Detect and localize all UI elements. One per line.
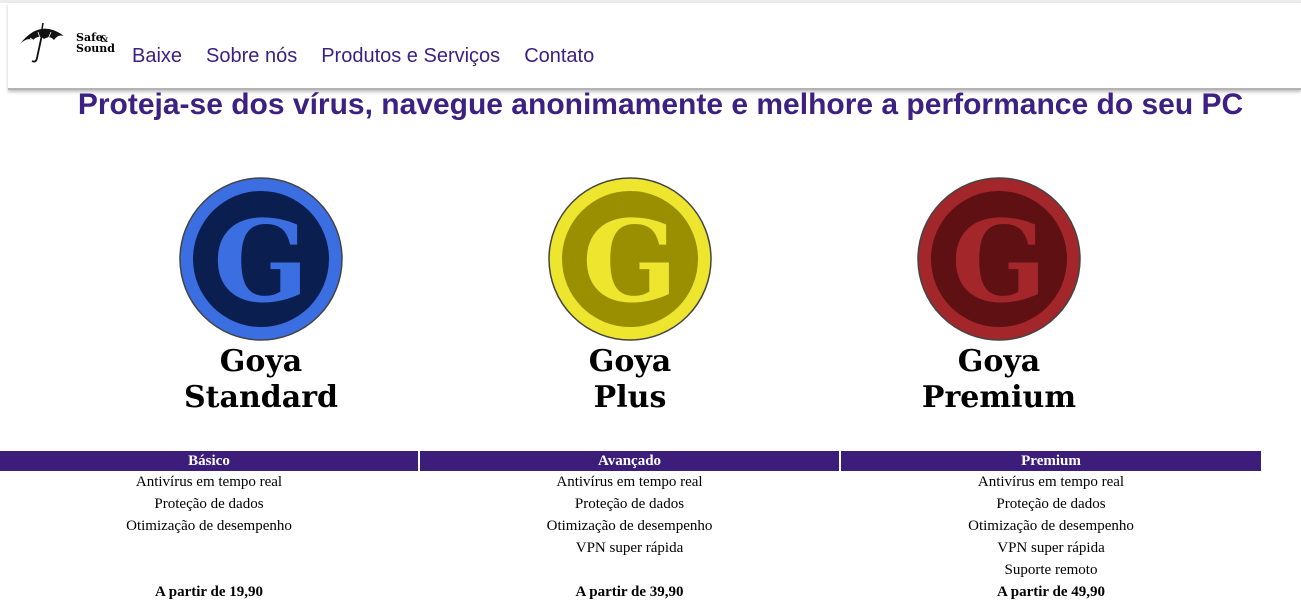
product-name-line2: Plus [593,380,667,415]
plan-feature: VPN super rápida [997,540,1105,556]
plan-feature: Proteção de dados [574,496,685,512]
plan-feature: Otimização de desempenho [546,518,713,534]
plan-price: A partir de 39,90 [575,584,684,600]
plan-feature: Otimização de desempenho [968,518,1134,534]
nav-link-produtos-servicos[interactable]: Produtos e Serviços [321,44,500,68]
product-goya-plus[interactable]: G Goya Plus [480,176,780,416]
hero-title: Proteja-se dos vírus, navegue anonimamen… [77,88,1244,121]
plan-column-avancado: Avançado Antivírus em tempo real Proteçã… [420,451,839,602]
goya-plus-logo-icon: G [548,177,712,341]
product-name-line1: Goya [957,344,1041,379]
plan-feature: VPN super rápida [575,540,684,556]
plan-price: A partir de 19,90 [154,584,264,600]
product-goya-premium[interactable]: G Goya Premium [849,176,1149,416]
product-goya-standard[interactable]: G Goya Standard [111,176,411,416]
product-name: Goya Premium [849,344,1149,416]
plan-feature: Proteção de dados [154,496,264,512]
brand-name-line2: Sound [76,42,115,55]
nav-link-contato[interactable]: Contato [524,44,594,68]
pricing-table: Básico Antivírus em tempo real Proteção … [0,451,1261,602]
plan-header: Básico [0,451,418,471]
plan-column-premium: Premium Antivírus em tempo real Proteção… [841,451,1261,602]
plan-feature: Antivírus em tempo real [135,474,283,490]
plan-feature: Antivírus em tempo real [977,474,1125,490]
svg-text:G: G [951,197,1047,328]
plan-header: Premium [841,451,1261,471]
goya-standard-logo-icon: G [179,177,343,341]
umbrella-icon [20,22,64,63]
plan-header: Avançado [420,451,839,471]
plan-feature: Suporte remoto [1004,562,1098,578]
product-name: Goya Standard [111,344,411,416]
product-name-line1: Goya [219,344,303,379]
nav-link-sobre-nos[interactable]: Sobre nós [206,44,297,68]
plan-feature: Otimização de desempenho [126,518,292,534]
product-name-line1: Goya [588,344,672,379]
brand-logo[interactable]: Safe & Sound [18,20,115,68]
svg-text:G: G [213,197,309,328]
nav-link-baixe[interactable]: Baixe [132,44,182,68]
product-name: Goya Plus [480,344,780,416]
plan-column-basico: Básico Antivírus em tempo real Proteção … [0,451,418,602]
main-nav: Baixe Sobre nós Produtos e Serviços Cont… [132,44,594,68]
site-header: Safe & Sound Baixe Sobre nós Produtos e … [8,3,1301,90]
product-name-line2: Premium [921,380,1077,415]
plan-price: A partir de 49,90 [996,584,1106,600]
plan-feature: Proteção de dados [996,496,1106,512]
product-name-line2: Standard [184,380,338,415]
goya-premium-logo-icon: G [917,177,1081,341]
plan-feature: Antivírus em tempo real [556,474,703,490]
svg-text:G: G [582,197,678,328]
